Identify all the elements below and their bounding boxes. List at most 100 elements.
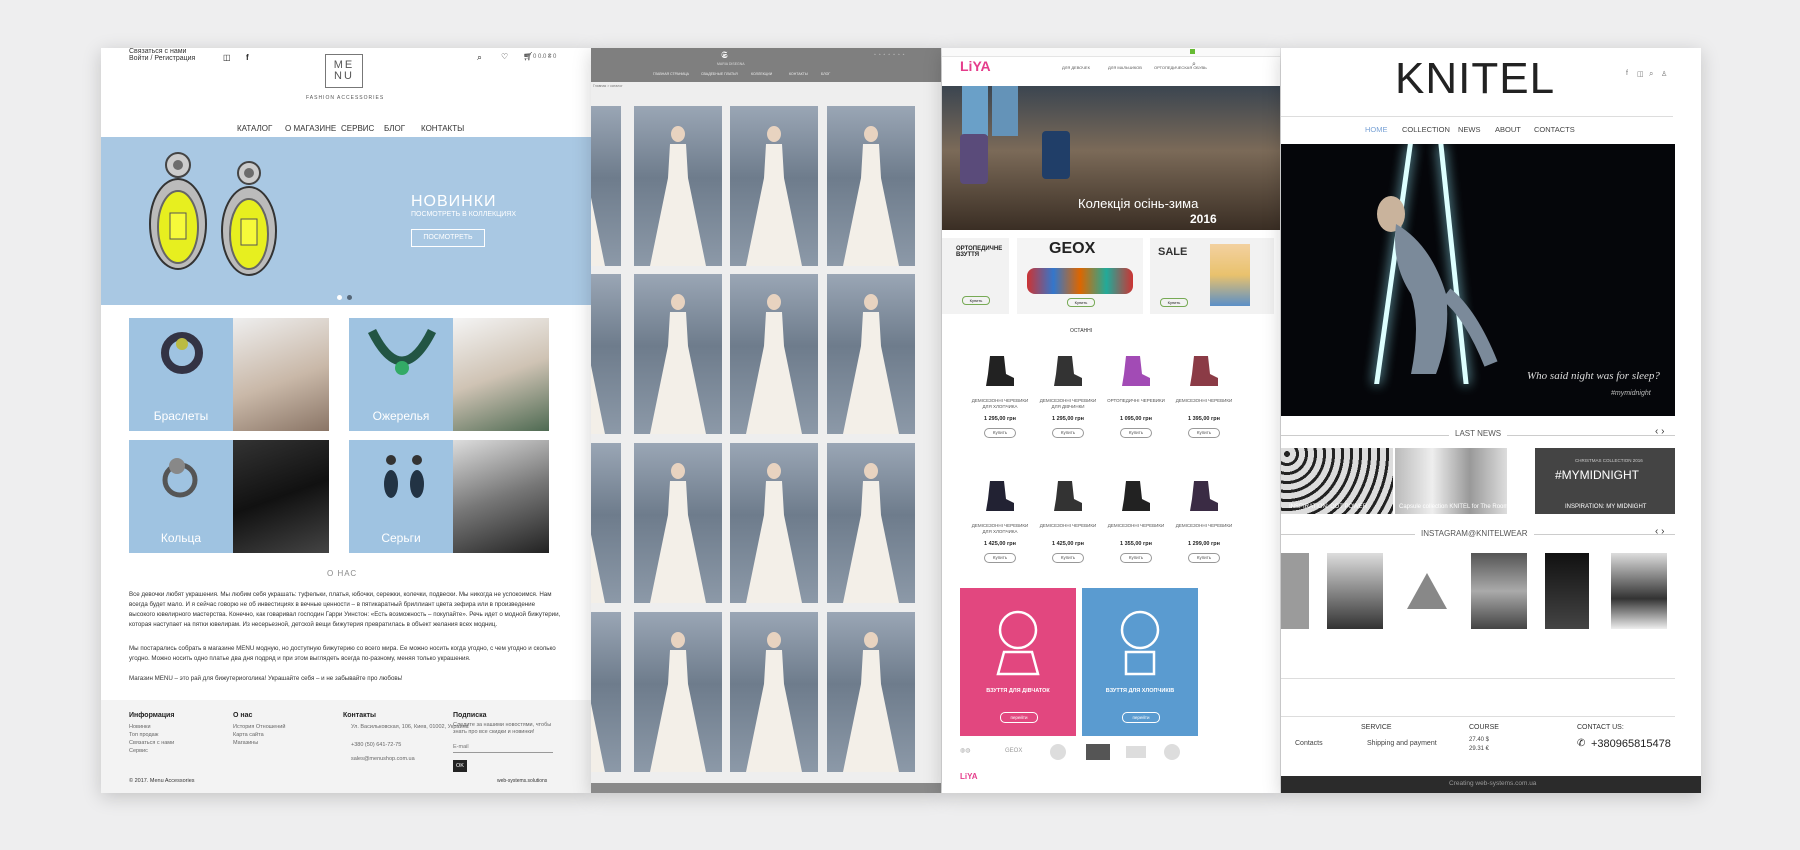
promo-ortho[interactable]: ОРТОПЕДИЧНЕ ВЗУТТЯ Купить bbox=[942, 238, 1009, 314]
slider-dot-active[interactable] bbox=[347, 295, 352, 300]
dress-photo[interactable] bbox=[827, 443, 915, 603]
category-earrings[interactable]: Серьги bbox=[349, 440, 453, 553]
footer-link[interactable]: Связаться с нами bbox=[129, 740, 174, 746]
promo-button[interactable]: Купить bbox=[962, 296, 990, 305]
buy-button[interactable]: Купить bbox=[1188, 553, 1220, 563]
instagram-photo[interactable] bbox=[1281, 553, 1309, 629]
search-icon[interactable]: ⌕ bbox=[1649, 69, 1653, 79]
liya-nav-ortho[interactable]: ОРТОПЕДИЧЕСКАЯ ОБУВЬ bbox=[1154, 65, 1207, 70]
buy-button[interactable]: Купить bbox=[1188, 428, 1220, 438]
boys-banner[interactable]: ВЗУТТЯ ДЛЯ ХЛОПЧИКІВ перейти bbox=[1082, 588, 1198, 736]
brand-logo-icon[interactable] bbox=[1086, 744, 1110, 760]
nav-contacts[interactable]: КОНТАКТЫ bbox=[421, 124, 464, 133]
footer-link[interactable]: История Отношений bbox=[233, 724, 285, 730]
product-name[interactable]: ДЕМІСЕЗОННІ ЧЕРЕВИКИ ДЛЯ ДІВЧИНКИ bbox=[1038, 398, 1098, 410]
cart-icon[interactable]: 🛒︎ bbox=[523, 52, 533, 61]
product-name[interactable]: ДЕМІСЕЗОННІ ЧЕРЕВИКИ bbox=[1174, 398, 1234, 404]
brand-logo-geox[interactable]: GEOX bbox=[1005, 748, 1022, 754]
product-name[interactable]: ДЕМІСЕЗОННІ ЧЕРЕВИКИ bbox=[1106, 523, 1166, 529]
search-icon[interactable]: ⌕ bbox=[1192, 61, 1196, 69]
search-icon[interactable]: ⌕ bbox=[477, 52, 482, 63]
boys-banner-button[interactable]: перейти bbox=[1122, 712, 1160, 723]
buy-button[interactable]: Купить bbox=[984, 553, 1016, 563]
menu-logo[interactable]: ME NU bbox=[325, 54, 363, 88]
category-bracelets[interactable]: Браслеты bbox=[129, 318, 233, 431]
dress-photo[interactable] bbox=[827, 274, 915, 434]
footer-phone[interactable]: +380 (50) 641-72-75 bbox=[351, 742, 401, 748]
brand-logo-icon[interactable]: ◍◍ bbox=[960, 747, 970, 754]
auth-link[interactable]: Войти / Регистрация bbox=[129, 55, 195, 62]
dress-photo[interactable] bbox=[634, 443, 722, 603]
dress-nav-item[interactable]: КОЛЛЕКЦИИ bbox=[751, 72, 772, 76]
footer-credit[interactable]: Creating web-systems.com.ua bbox=[1449, 780, 1536, 787]
brand-logo-icon[interactable] bbox=[1164, 744, 1180, 760]
instagram-icon[interactable]: ◫ bbox=[223, 53, 231, 62]
product-card[interactable]: ДЕМІСЕЗОННІ ЧЕРЕВИКИ ДЛЯ ДІВЧИНКИ 1 295,0… bbox=[1038, 348, 1098, 448]
promo-sale[interactable]: SALE Купить bbox=[1150, 238, 1274, 314]
instagram-icon[interactable]: ◫ bbox=[1637, 70, 1644, 78]
product-card[interactable]: ДЕМІСЕЗОННІ ЧЕРЕВИКИ 1 355,00 грн Купить bbox=[1106, 473, 1166, 573]
dress-photo[interactable] bbox=[634, 106, 722, 266]
promo-geox[interactable]: GEOX Купить bbox=[1017, 238, 1143, 314]
contact-link[interactable]: Связаться с нами bbox=[129, 48, 186, 55]
news-card[interactable]: CHRISTMAS COLLECTION 2016 #MYMIDNIGHT IN… bbox=[1535, 448, 1675, 514]
news-prev-arrow[interactable]: ‹ › bbox=[1655, 426, 1664, 437]
product-card[interactable]: ДЕМІСЕЗОННІ ЧЕРЕВИКИ 1 299,00 грн Купить bbox=[1174, 473, 1234, 573]
footer-shipping-link[interactable]: Shipping and payment bbox=[1367, 740, 1437, 747]
nav-service[interactable]: СЕРВИС bbox=[341, 124, 374, 133]
footer-link[interactable]: Топ продаж bbox=[129, 732, 158, 738]
language-ua[interactable] bbox=[1190, 49, 1195, 54]
dress-logo[interactable]: MARIA DISEGNA bbox=[717, 62, 745, 66]
category-necklaces[interactable]: Ожерелья bbox=[349, 318, 453, 431]
girls-banner-button[interactable]: перейти bbox=[1000, 712, 1038, 723]
product-card[interactable]: ДЕМІСЕЗОННІ ЧЕРЕВИКИ 1 425,00 грн Купить bbox=[1038, 473, 1098, 573]
news-card[interactable]: INSPIRATION: DOT POWER bbox=[1281, 448, 1393, 514]
wishlist-icon[interactable]: ♡ bbox=[501, 52, 508, 61]
footer-link[interactable]: Карта сайта bbox=[233, 732, 264, 738]
buy-button[interactable]: Купить bbox=[984, 428, 1016, 438]
footer-link[interactable]: Сервис bbox=[129, 748, 148, 754]
girls-banner[interactable]: ВЗУТТЯ ДЛЯ ДІВЧАТОК перейти bbox=[960, 588, 1076, 736]
instagram-arrows[interactable]: ‹ › bbox=[1655, 526, 1664, 537]
liya-logo[interactable]: LiYA bbox=[960, 58, 991, 74]
product-name[interactable]: ДЕМІСЕЗОННІ ЧЕРЕВИКИ ДЛЯ ХЛОПЧИКА bbox=[970, 398, 1030, 410]
nav-blog[interactable]: БЛОГ bbox=[384, 124, 405, 133]
dress-photo[interactable] bbox=[730, 274, 818, 434]
cart-total[interactable]: 0 0.0 ₴ 0 bbox=[533, 54, 556, 60]
facebook-icon[interactable]: f bbox=[246, 53, 249, 62]
product-card[interactable]: ДЕМІСЕЗОННІ ЧЕРЕВИКИ 1 395,00 грн Купить bbox=[1174, 348, 1234, 448]
product-card[interactable]: ДЕМІСЕЗОННІ ЧЕРЕВИКИ ДЛЯ ХЛОПЧИКА 1 425,0… bbox=[970, 473, 1030, 573]
instagram-photo[interactable] bbox=[1611, 553, 1667, 629]
nav-about[interactable]: О МАГАЗИНЕ bbox=[285, 124, 336, 133]
buy-button[interactable]: Купить bbox=[1052, 553, 1084, 563]
nav-news[interactable]: NEWS bbox=[1458, 125, 1481, 134]
facebook-icon[interactable]: f bbox=[1626, 70, 1628, 77]
nav-collection[interactable]: COLLECTION bbox=[1402, 125, 1450, 134]
subscribe-email-input[interactable] bbox=[453, 742, 553, 753]
dress-photo[interactable] bbox=[730, 612, 818, 772]
knitel-logo[interactable]: KNITEL bbox=[1395, 54, 1555, 104]
liya-nav-girls[interactable]: ДЛЯ ДЕВОЧЕК bbox=[1062, 65, 1090, 70]
dress-photo[interactable] bbox=[730, 106, 818, 266]
slider-dot[interactable] bbox=[337, 295, 342, 300]
news-title[interactable]: Capsule collection KNITEL for The Room N… bbox=[1399, 504, 1531, 510]
footer-contacts-link[interactable]: Contacts bbox=[1295, 740, 1323, 747]
nav-about[interactable]: ABOUT bbox=[1495, 125, 1521, 134]
news-title[interactable]: INSPIRATION: DOT POWER bbox=[1289, 504, 1367, 510]
brand-logo-icon[interactable] bbox=[1126, 746, 1146, 758]
footer-link[interactable]: Новинки bbox=[129, 724, 151, 730]
liya-nav-boys[interactable]: ДЛЯ МАЛЬЧИКОВ bbox=[1108, 65, 1142, 70]
dress-nav-item[interactable]: ГЛАВНАЯ СТРАНИЦА bbox=[653, 72, 689, 76]
promo-button[interactable]: Купить bbox=[1160, 298, 1188, 307]
subscribe-ok-button[interactable]: OK bbox=[453, 760, 467, 772]
buy-button[interactable]: Купить bbox=[1120, 428, 1152, 438]
dress-logo-icon[interactable]: 𝕾 bbox=[721, 50, 728, 61]
instagram-photo[interactable] bbox=[1397, 553, 1453, 629]
buy-button[interactable]: Купить bbox=[1120, 553, 1152, 563]
liya-footer-logo[interactable]: LiYA bbox=[960, 772, 978, 781]
footer-email[interactable]: sales@menushop.com.ua bbox=[351, 756, 415, 762]
product-name[interactable]: ДЕМІСЕЗОННІ ЧЕРЕВИКИ ДЛЯ ХЛОПЧИКА bbox=[970, 523, 1030, 535]
dress-photo[interactable] bbox=[827, 612, 915, 772]
news-title[interactable]: INSPIRATION: MY MIDNIGHT bbox=[1565, 504, 1646, 510]
dress-photo[interactable] bbox=[634, 612, 722, 772]
